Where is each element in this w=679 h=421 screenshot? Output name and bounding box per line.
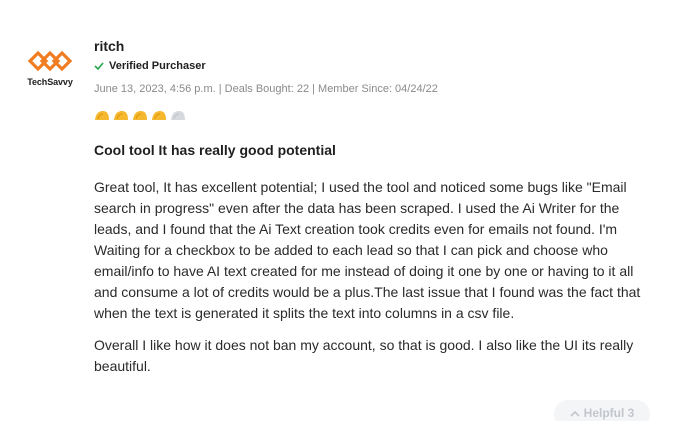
- techsavvy-logo-icon: [27, 50, 73, 72]
- review-paragraph: Overall I like how it does not ban my ac…: [94, 337, 634, 374]
- rating-taco-empty-icon: [171, 111, 185, 120]
- helpful-button[interactable]: Helpful 3: [554, 400, 650, 421]
- review-paragraph: Great tool, It has excellent potential; …: [94, 179, 641, 321]
- avatar-label: TechSavvy: [27, 77, 73, 87]
- avatar[interactable]: TechSavvy: [22, 50, 78, 90]
- reviewer-name[interactable]: ritch: [94, 38, 124, 54]
- chevron-up-icon: [570, 410, 580, 417]
- review-card: TechSavvy ritch Verified Purchaser June …: [0, 0, 679, 421]
- review-meta: June 13, 2023, 4:56 p.m. | Deals Bought:…: [94, 83, 438, 95]
- helpful-label: Helpful 3: [583, 406, 635, 420]
- rating-taco-filled-icon: [95, 111, 109, 120]
- verified-purchaser-badge: Verified Purchaser: [94, 60, 206, 72]
- review-title: Cool tool It has really good potential: [94, 142, 336, 158]
- rating-stars: [94, 110, 186, 121]
- verified-label: Verified Purchaser: [109, 60, 206, 72]
- rating-taco-filled-icon: [133, 111, 147, 120]
- rating-taco-filled-icon: [114, 111, 128, 120]
- rating-taco-filled-icon: [152, 111, 166, 120]
- review-body: Great tool, It has excellent potential; …: [94, 177, 660, 388]
- check-icon: [94, 62, 104, 70]
